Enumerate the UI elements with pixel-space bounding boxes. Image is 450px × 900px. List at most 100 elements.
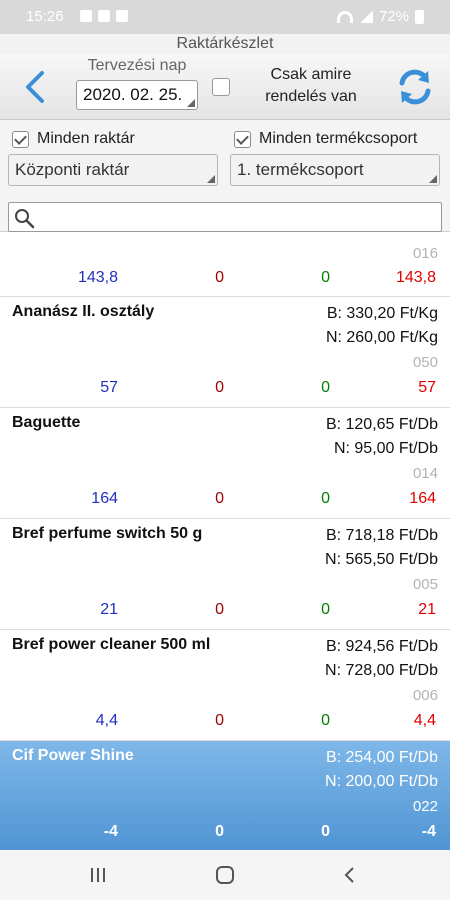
item-values: -4 0 0 -4 bbox=[0, 823, 450, 845]
stock-value: -4 bbox=[103, 823, 118, 840]
filter-panel: Minden raktár Minden termékcsoport Közpo… bbox=[0, 120, 450, 232]
incoming-value: 0 bbox=[321, 712, 330, 729]
ordered-value: 0 bbox=[215, 712, 224, 729]
item-code: 016 bbox=[412, 245, 438, 262]
item-name: Ananász II. osztály bbox=[12, 303, 155, 320]
ordered-value: 0 bbox=[215, 490, 224, 507]
home-button[interactable] bbox=[205, 862, 245, 888]
all-warehouse-checkbox[interactable]: Minden raktár bbox=[12, 130, 135, 148]
item-values: 164 0 0 164 bbox=[0, 490, 450, 512]
message-notification-icon bbox=[98, 10, 110, 22]
incoming-value: 0 bbox=[321, 823, 330, 840]
battery-icon bbox=[415, 9, 424, 24]
incoming-value: 0 bbox=[321, 269, 330, 286]
list-item[interactable]: Bref power cleaner 500 ml B: 924,56 Ft/D… bbox=[0, 630, 450, 741]
home-icon bbox=[216, 866, 234, 884]
refresh-button[interactable] bbox=[388, 62, 442, 112]
signal-icon bbox=[358, 10, 373, 23]
page-title: Raktárkészlet bbox=[0, 34, 450, 54]
stock-value: 143,8 bbox=[77, 269, 118, 286]
stock-value: 21 bbox=[100, 601, 118, 618]
item-buy-price: B: 120,65 Ft/Db bbox=[325, 416, 438, 433]
item-net-price: N: 260,00 Ft/Kg bbox=[325, 329, 438, 346]
available-value: 4,4 bbox=[413, 712, 436, 729]
image-notification-icon bbox=[80, 10, 92, 22]
status-bar: 15:26 72% bbox=[0, 0, 450, 34]
wifi-icon bbox=[336, 10, 353, 23]
ordered-value: 0 bbox=[215, 601, 224, 618]
battery-percent: 72% bbox=[378, 8, 409, 25]
item-buy-price: B: 924,56 Ft/Db bbox=[325, 638, 438, 655]
available-value: 143,8 bbox=[395, 269, 436, 286]
all-warehouse-label: Minden raktár bbox=[37, 130, 135, 147]
stock-value: 164 bbox=[91, 490, 118, 507]
stock-value: 4,4 bbox=[95, 712, 118, 729]
item-net-price: N: 565,50 Ft/Db bbox=[325, 551, 438, 568]
stock-value: 57 bbox=[100, 379, 118, 396]
list-item[interactable]: Ananász II. osztály B: 330,20 Ft/Kg N: 2… bbox=[0, 297, 450, 408]
available-value: 21 bbox=[418, 601, 436, 618]
search-input[interactable] bbox=[8, 202, 442, 232]
planning-day: Tervezési nap 2020. 02. 25. bbox=[74, 56, 200, 116]
item-net-price: N: 728,00 Ft/Db bbox=[325, 662, 438, 679]
available-value: -4 bbox=[421, 823, 436, 840]
item-name: Baguette bbox=[12, 414, 81, 431]
checkmark-icon bbox=[12, 130, 29, 148]
chevron-left-icon bbox=[26, 71, 44, 103]
back-button[interactable] bbox=[10, 60, 60, 114]
chevron-left-icon bbox=[344, 867, 354, 883]
only-ordered-label: Csak amire rendelés van bbox=[246, 64, 376, 108]
warehouse-select[interactable]: Központi raktár bbox=[8, 154, 218, 186]
item-code: 006 bbox=[412, 687, 438, 704]
search-icon bbox=[15, 209, 35, 229]
all-group-label: Minden termékcsoport bbox=[259, 130, 418, 147]
check-notification-icon bbox=[116, 10, 128, 22]
status-right: 72% bbox=[336, 8, 424, 25]
dropdown-corner-icon bbox=[187, 99, 195, 107]
list-item[interactable]: 016 143,8 0 0 143,8 bbox=[0, 233, 450, 297]
stock-list[interactable]: 016 143,8 0 0 143,8 Ananász II. osztály … bbox=[0, 233, 450, 850]
ordered-value: 0 bbox=[215, 823, 224, 840]
status-time: 15:26 bbox=[26, 8, 64, 25]
ordered-value: 0 bbox=[215, 269, 224, 286]
item-values: 143,8 0 0 143,8 bbox=[0, 269, 450, 291]
recent-apps-icon bbox=[91, 868, 105, 882]
group-select[interactable]: 1. termékcsoport bbox=[230, 154, 440, 186]
item-code: 005 bbox=[412, 576, 438, 593]
incoming-value: 0 bbox=[321, 601, 330, 618]
system-nav-bar bbox=[0, 850, 450, 900]
available-value: 57 bbox=[418, 379, 436, 396]
incoming-value: 0 bbox=[321, 379, 330, 396]
item-buy-price: B: 718,18 Ft/Db bbox=[325, 527, 438, 544]
item-name: Bref perfume switch 50 g bbox=[12, 525, 203, 542]
planning-day-value: 2020. 02. 25. bbox=[83, 85, 183, 104]
list-item[interactable]: Baguette B: 120,65 Ft/Db N: 95,00 Ft/Db … bbox=[0, 408, 450, 519]
item-values: 4,4 0 0 4,4 bbox=[0, 712, 450, 734]
only-ordered-label-line2: rendelés van bbox=[265, 88, 357, 105]
list-item[interactable]: Bref perfume switch 50 g B: 718,18 Ft/Db… bbox=[0, 519, 450, 630]
item-buy-price: B: 330,20 Ft/Kg bbox=[326, 305, 438, 322]
system-back-button[interactable] bbox=[330, 862, 370, 888]
item-net-price: N: 200,00 Ft/Db bbox=[325, 773, 438, 790]
toolbar: Tervezési nap 2020. 02. 25. Csak amire r… bbox=[0, 54, 450, 120]
incoming-value: 0 bbox=[321, 490, 330, 507]
item-code: 022 bbox=[412, 798, 438, 815]
dropdown-corner-icon bbox=[429, 175, 437, 183]
item-code: 014 bbox=[412, 465, 438, 482]
dropdown-corner-icon bbox=[207, 175, 215, 183]
ordered-value: 0 bbox=[215, 379, 224, 396]
group-select-value: 1. termékcsoport bbox=[237, 160, 364, 179]
item-values: 21 0 0 21 bbox=[0, 601, 450, 623]
item-name: Bref power cleaner 500 ml bbox=[12, 636, 211, 653]
item-net-price: N: 95,00 Ft/Db bbox=[333, 440, 438, 457]
item-code: 050 bbox=[412, 354, 438, 371]
only-ordered-label-line1: Csak amire bbox=[270, 66, 352, 83]
list-item-selected[interactable]: Cif Power Shine B: 254,00 Ft/Db N: 200,0… bbox=[0, 741, 450, 850]
item-name: Cif Power Shine bbox=[12, 747, 134, 764]
refresh-icon bbox=[399, 69, 431, 105]
recent-apps-button[interactable] bbox=[78, 862, 118, 888]
only-ordered-checkbox[interactable] bbox=[212, 78, 230, 96]
checkmark-icon bbox=[234, 130, 251, 148]
planning-day-input[interactable]: 2020. 02. 25. bbox=[76, 80, 198, 110]
all-group-checkbox[interactable]: Minden termékcsoport bbox=[234, 130, 417, 148]
